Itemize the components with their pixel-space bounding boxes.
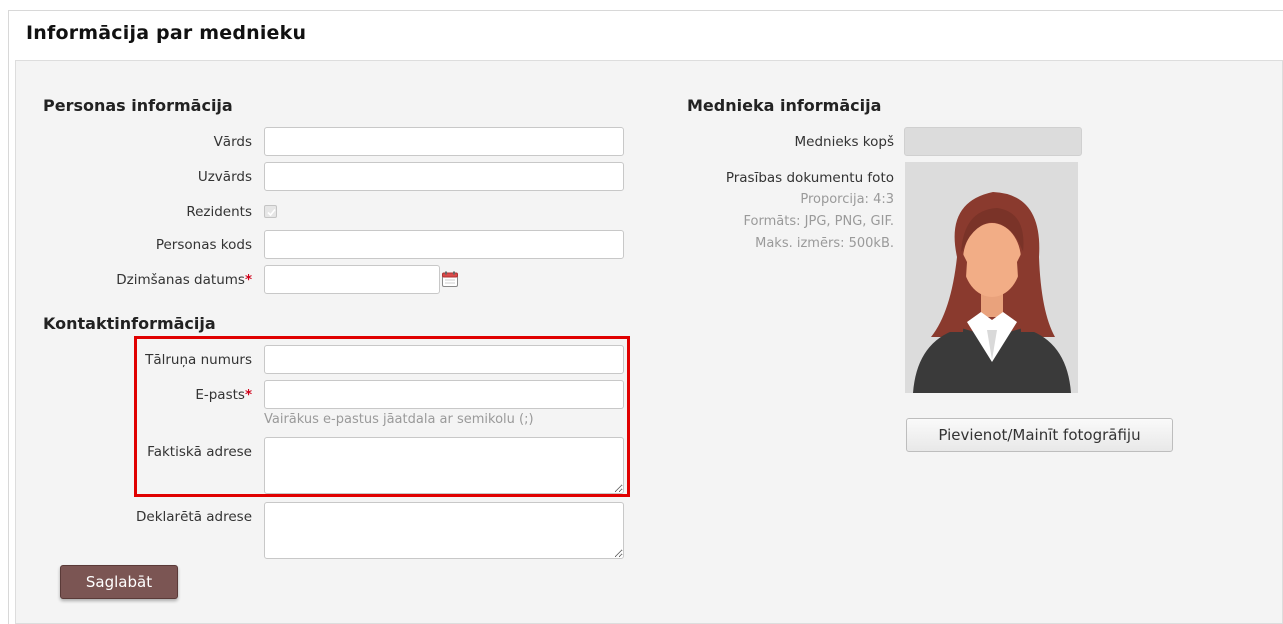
birth-date-label: Dzimšanas datums*: [116, 272, 252, 288]
last-name-label: Uzvārds: [197, 169, 252, 185]
personal-info-heading: Personas informācija: [43, 96, 233, 115]
first-name-label: Vārds: [213, 134, 252, 150]
personal-code-label: Personas kods: [155, 237, 252, 253]
hunter-since-field: [904, 127, 1082, 156]
resident-label: Rezidents: [186, 204, 252, 220]
last-name-input[interactable]: [264, 162, 624, 191]
calendar-icon[interactable]: [442, 271, 458, 287]
photo-max-size: Maks. izmērs: 500kB.: [755, 236, 894, 251]
resident-checkbox[interactable]: [264, 205, 277, 218]
hunter-photo: [905, 162, 1078, 393]
hunter-since-label: Mednieks kopš: [794, 134, 894, 150]
female-avatar-icon: [905, 162, 1078, 393]
declared-address-textarea[interactable]: [264, 502, 624, 559]
photo-requirements-label: Prasības dokumentu foto: [725, 170, 894, 186]
change-photo-button[interactable]: Pievienot/Mainīt fotogrāfiju: [906, 418, 1173, 452]
highlight-box: [134, 336, 630, 497]
birth-date-input[interactable]: [264, 265, 440, 294]
personal-code-input[interactable]: [264, 230, 624, 259]
required-marker: *: [244, 272, 252, 288]
declared-address-label: Deklarētā adrese: [136, 509, 252, 525]
photo-proportion: Proporcija: 4:3: [800, 192, 894, 207]
first-name-input[interactable]: [264, 127, 624, 156]
contact-info-heading: Kontaktinformācija: [43, 314, 216, 333]
photo-formats: Formāts: JPG, PNG, GIF.: [743, 214, 894, 229]
hunter-info-heading: Mednieka informācija: [687, 96, 882, 115]
check-icon: [267, 208, 276, 217]
save-button[interactable]: Saglabāt: [60, 565, 178, 599]
page-title: Informācija par mednieku: [26, 22, 307, 44]
